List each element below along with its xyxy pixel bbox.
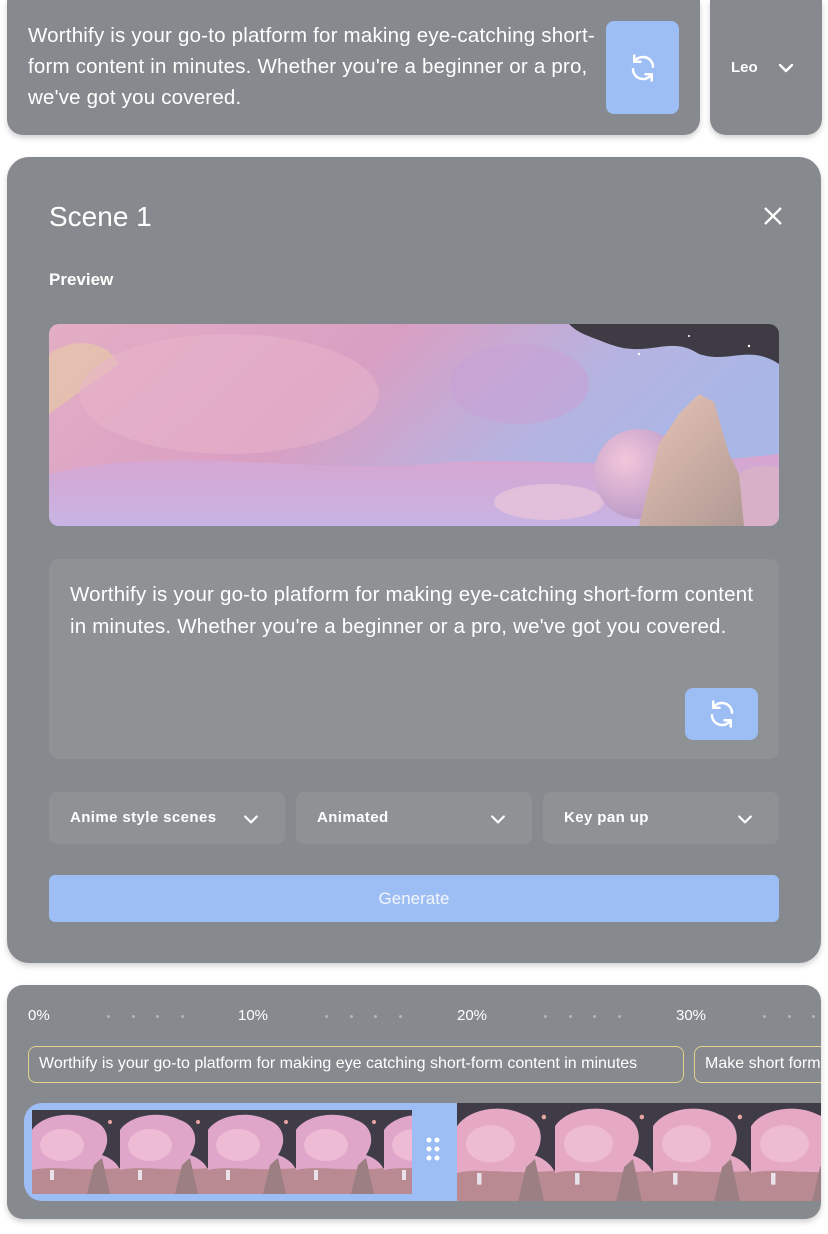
motion-dropdown-label: Animated — [317, 809, 389, 826]
user-name: Leo — [731, 59, 758, 76]
chevron-down-icon — [491, 815, 505, 824]
timeline-tick-dot — [349, 1015, 353, 1018]
prompt-bar: Worthify is your go-to platform for maki… — [7, 0, 700, 135]
selected-clip[interactable] — [24, 1103, 458, 1201]
regenerate-prompt-button[interactable] — [606, 21, 679, 114]
timeline-tick-dot — [156, 1015, 159, 1018]
scene-script-box[interactable]: Worthify is your go-to platform for maki… — [49, 559, 779, 759]
prompt-text: Worthify is your go-to platform for maki… — [28, 24, 595, 109]
caption-chip[interactable]: Worthify is your go-to platform for maki… — [28, 1046, 684, 1083]
caption-chip[interactable]: Make short form — [694, 1046, 821, 1083]
clip-thumbnails — [32, 1110, 412, 1194]
scene-preview-image — [49, 324, 779, 526]
clip-thumbnail — [653, 1103, 751, 1201]
camera-pan-dropdown-label: Key pan up — [564, 809, 649, 826]
generate-button[interactable]: Generate — [49, 875, 779, 922]
timeline-tick-label: 20% — [457, 1007, 488, 1024]
camera-pan-dropdown[interactable]: Key pan up — [543, 792, 779, 844]
close-icon[interactable] — [762, 205, 784, 227]
clip-thumbnail — [208, 1110, 296, 1194]
clip-thumbnail — [120, 1110, 208, 1194]
timeline-tick-dot — [763, 1015, 766, 1018]
timeline-panel: 0% 10% 20% 30% Worthify is your go-to pl… — [7, 985, 821, 1219]
motion-dropdown[interactable]: Animated — [296, 792, 532, 844]
timeline-tick-dot — [398, 1015, 402, 1018]
timeline-tick-dot — [617, 1015, 621, 1018]
clip-thumbnail — [296, 1110, 384, 1194]
timeline-tick-dot — [107, 1015, 110, 1018]
style-dropdown-label: Anime style scenes — [70, 809, 217, 826]
scene-panel: Scene 1 Preview Worthify is your go-to p… — [7, 157, 821, 963]
timeline-tick-dot — [787, 1015, 791, 1018]
timeline-tick-label: 10% — [238, 1007, 269, 1024]
timeline-tick-dot — [812, 1015, 815, 1018]
timeline-tick-dot — [325, 1015, 328, 1018]
clip-thumbnail — [751, 1103, 821, 1201]
refresh-icon — [710, 700, 733, 728]
timeline-tick-dot — [544, 1015, 547, 1018]
scene-script-text[interactable]: Worthify is your go-to platform for maki… — [70, 579, 760, 643]
timeline-tick-dot — [593, 1015, 596, 1018]
timeline-tick-label: 30% — [676, 1007, 707, 1024]
refresh-icon — [631, 53, 654, 82]
scene-title: Scene 1 — [49, 201, 152, 232]
user-menu[interactable]: Leo — [710, 0, 822, 135]
clip-thumbnail — [384, 1110, 412, 1194]
clip-thumbnail — [32, 1110, 120, 1194]
timeline-tick-dot — [568, 1015, 572, 1018]
next-clip[interactable] — [457, 1103, 821, 1201]
chevron-down-icon — [244, 815, 258, 824]
style-dropdown[interactable]: Anime style scenes — [49, 792, 285, 844]
regenerate-script-button[interactable] — [685, 688, 758, 740]
clip-thumbnail — [555, 1103, 653, 1201]
clip-thumbnail — [457, 1103, 555, 1201]
timeline-tick-dot — [374, 1015, 377, 1018]
timeline-tick-label: 0% — [28, 1007, 50, 1024]
preview-label: Preview — [49, 270, 114, 289]
chevron-down-icon — [778, 63, 794, 73]
timeline-tick-dot — [131, 1015, 135, 1018]
timeline-tick-dot — [180, 1015, 184, 1018]
chevron-down-icon — [738, 815, 752, 824]
drag-handle-icon[interactable] — [426, 1137, 440, 1161]
